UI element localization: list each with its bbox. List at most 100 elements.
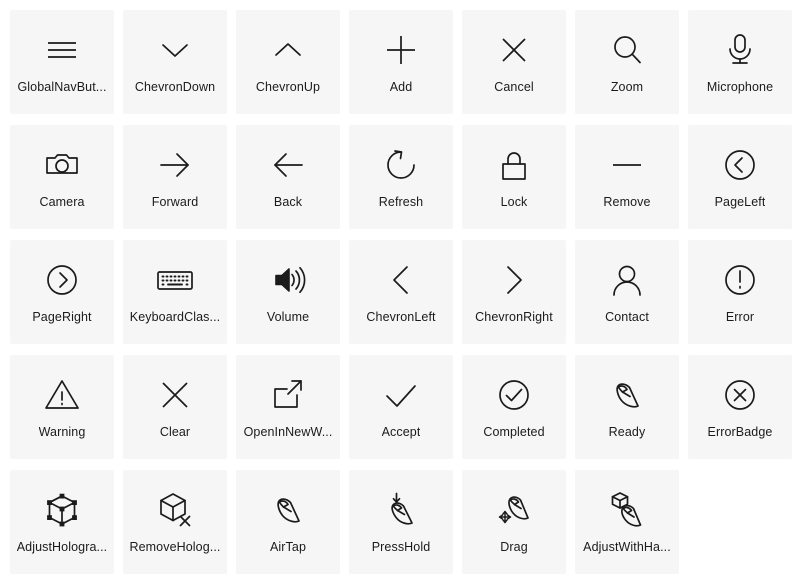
icon-label: ChevronRight [475,309,553,324]
icon-label: Drag [500,539,528,554]
icon-tile-back[interactable]: Back [236,125,340,229]
icon-tile-camera[interactable]: Camera [10,125,114,229]
air-tap-icon [264,486,312,534]
clear-icon [151,371,199,419]
icon-label: Clear [159,424,191,439]
icon-label: Zoom [610,79,644,94]
chevron-right-icon [490,256,538,304]
icon-label: ChevronUp [255,79,321,94]
icon-label: ChevronLeft [366,309,436,324]
camera-icon [38,141,86,189]
page-left-icon [716,141,764,189]
icon-tile-presshold[interactable]: PressHold [349,470,453,574]
icon-tile-add[interactable]: Add [349,10,453,114]
accept-icon [377,371,425,419]
icon-label: PressHold [371,539,431,554]
icon-tile-ready[interactable]: Ready [575,355,679,459]
icon-label: Microphone [706,79,774,94]
icon-label: Lock [500,194,528,209]
icon-label: Forward [151,194,199,209]
icon-label: Ready [608,424,646,439]
add-icon [377,26,425,74]
chevron-down-icon [151,26,199,74]
error-badge-icon [716,371,764,419]
icon-label: Remove [603,194,651,209]
icon-tile-chevronleft[interactable]: ChevronLeft [349,240,453,344]
lock-icon [490,141,538,189]
icon-tile-microphone[interactable]: Microphone [688,10,792,114]
icon-label: GlobalNavBut... [17,79,107,94]
volume-icon [264,256,312,304]
icon-tile-error[interactable]: Error [688,240,792,344]
icon-tile-cancel[interactable]: Cancel [462,10,566,114]
contact-icon [603,256,651,304]
icon-tile-accept[interactable]: Accept [349,355,453,459]
icon-label: Add [389,79,413,94]
chevron-up-icon [264,26,312,74]
icon-tile-chevronright[interactable]: ChevronRight [462,240,566,344]
icon-gallery-grid: GlobalNavBut... ChevronDown ChevronUp Add Ca… [0,0,803,574]
icon-tile-contact[interactable]: Contact [575,240,679,344]
icon-tile-volume[interactable]: Volume [236,240,340,344]
refresh-icon [377,141,425,189]
icon-label: Accept [381,424,421,439]
icon-tile-remove[interactable]: Remove [575,125,679,229]
icon-label: Back [273,194,303,209]
warning-icon [38,371,86,419]
chevron-left-icon [377,256,425,304]
icon-label: AdjustHologra... [16,539,108,554]
icon-tile-empty [688,470,792,574]
completed-icon [490,371,538,419]
icon-tile-pageleft[interactable]: PageLeft [688,125,792,229]
icon-label: PageLeft [714,194,766,209]
icon-label: ErrorBadge [707,424,773,439]
ready-icon [603,371,651,419]
icon-label: OpenInNewW... [243,424,333,439]
icon-tile-adjustwithhand[interactable]: AdjustWithHa... [575,470,679,574]
icon-tile-errorbadge[interactable]: ErrorBadge [688,355,792,459]
back-icon [264,141,312,189]
global-nav-button-icon [38,26,86,74]
keyboard-classic-icon [151,256,199,304]
icon-tile-warning[interactable]: Warning [10,355,114,459]
icon-tile-airtap[interactable]: AirTap [236,470,340,574]
icon-tile-adjusthologram[interactable]: AdjustHologra... [10,470,114,574]
icon-tile-completed[interactable]: Completed [462,355,566,459]
drag-icon [490,486,538,534]
page-right-icon [38,256,86,304]
icon-tile-keyboardclassic[interactable]: KeyboardClas... [123,240,227,344]
adjust-with-hand-icon [603,486,651,534]
icon-label: Volume [266,309,310,324]
icon-label: KeyboardClas... [129,309,221,324]
icon-label: Camera [39,194,85,209]
icon-label: Contact [605,309,649,324]
icon-tile-zoom[interactable]: Zoom [575,10,679,114]
forward-icon [151,141,199,189]
icon-tile-removehologram[interactable]: RemoveHolog... [123,470,227,574]
icon-tile-globalnavbutton[interactable]: GlobalNavBut... [10,10,114,114]
icon-tile-drag[interactable]: Drag [462,470,566,574]
icon-label: ChevronDown [134,79,216,94]
icon-label: Completed [483,424,545,439]
icon-tile-pageright[interactable]: PageRight [10,240,114,344]
icon-tile-forward[interactable]: Forward [123,125,227,229]
icon-tile-chevronup[interactable]: ChevronUp [236,10,340,114]
remove-icon [603,141,651,189]
icon-tile-openinnewwindow[interactable]: OpenInNewW... [236,355,340,459]
icon-label: Refresh [378,194,424,209]
icon-tile-chevrondown[interactable]: ChevronDown [123,10,227,114]
icon-label: Cancel [494,79,534,94]
icon-tile-lock[interactable]: Lock [462,125,566,229]
icon-label: AdjustWithHa... [583,539,671,554]
icon-label: RemoveHolog... [129,539,221,554]
icon-tile-clear[interactable]: Clear [123,355,227,459]
icon-label: AirTap [269,539,307,554]
open-in-new-window-icon [264,371,312,419]
icon-label: Warning [38,424,86,439]
icon-label: Error [725,309,755,324]
icon-label: PageRight [32,309,92,324]
remove-hologram-icon [151,486,199,534]
icon-tile-refresh[interactable]: Refresh [349,125,453,229]
cancel-icon [490,26,538,74]
zoom-icon [603,26,651,74]
